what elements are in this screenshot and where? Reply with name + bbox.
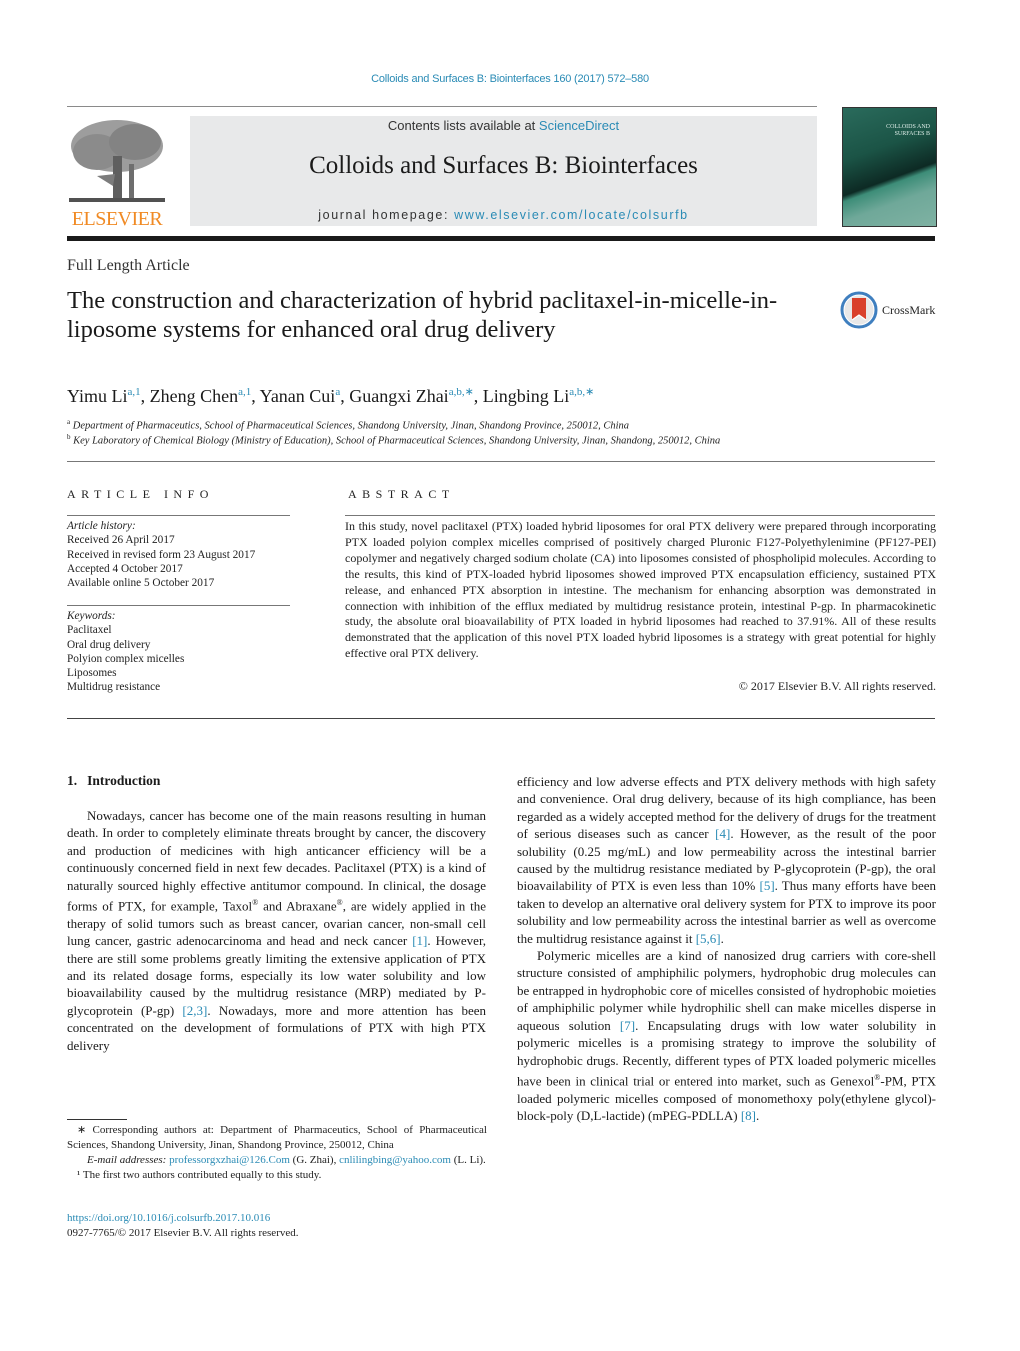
intro-paragraph-1-part: Nowadays, cancer has become one of the m… xyxy=(67,807,486,1054)
citation-link[interactable]: [1] xyxy=(412,933,427,948)
article-title: The construction and characterization of… xyxy=(67,287,778,343)
keywords-rule xyxy=(67,605,290,606)
section-divider xyxy=(67,461,935,462)
body-text: . xyxy=(720,930,724,946)
keyword: Oral drug delivery xyxy=(67,638,151,651)
article-info-rule xyxy=(67,515,290,516)
crossmark-button[interactable]: CrossMark xyxy=(840,290,940,330)
affiliation-b: b Key Laboratory of Chemical Biology (Mi… xyxy=(67,433,720,447)
journal-citation-link[interactable]: Colloids and Surfaces B: Biointerfaces 1… xyxy=(371,73,649,85)
author-list: Yimu Lia,1, Zheng Chena,1, Yanan Cuia, G… xyxy=(67,386,595,406)
homepage-prefix: journal homepage: xyxy=(318,208,455,222)
intro-paragraph-1-continued: efficiency and low adverse effects and P… xyxy=(517,773,936,947)
author-affiliation-mark[interactable]: a,b,∗ xyxy=(449,386,474,398)
history-item: Received 26 April 2017 xyxy=(67,534,175,547)
abstract-heading: ABSTRACT xyxy=(348,487,455,501)
cover-title-line: SURFACES B xyxy=(894,131,930,137)
article-type: Full Length Article xyxy=(67,257,190,274)
email-label: E-mail addresses: xyxy=(87,1154,170,1166)
journal-cover-thumbnail[interactable]: COLLOIDS AND SURFACES B xyxy=(842,107,937,227)
elsevier-tree-icon xyxy=(67,116,167,208)
article-history: Article history: Received 26 April 2017 … xyxy=(67,519,297,590)
masthead-rule xyxy=(67,236,935,241)
citation-link[interactable]: [7] xyxy=(620,1018,635,1033)
email-link-zhai[interactable]: professorgxzhai@126.Com xyxy=(169,1154,290,1166)
footnote-rule xyxy=(67,1119,127,1120)
abstract-bottom-rule xyxy=(67,718,935,719)
history-item: Received in revised form 23 August 2017 xyxy=(67,548,256,561)
citation-link[interactable]: [4] xyxy=(715,826,730,841)
affiliation-mark: a xyxy=(67,418,71,426)
elsevier-logo[interactable]: ELSEVIER xyxy=(67,116,167,230)
author[interactable]: Lingbing Lia,b,∗ xyxy=(483,386,595,406)
footnotes: ∗ Corresponding authors at: Department o… xyxy=(67,1123,487,1183)
cover-title-line: COLLOIDS AND xyxy=(886,124,930,130)
author-name[interactable]: Lingbing Li xyxy=(483,386,570,406)
equal-contribution-note: ¹ The first two authors contributed equa… xyxy=(77,1169,322,1181)
corresponding-author-note: ∗ Corresponding authors at: Department o… xyxy=(67,1124,487,1151)
history-label: Article history: xyxy=(67,520,136,532)
email-note: E-mail addresses: professorgxzhai@126.Co… xyxy=(67,1153,487,1168)
header-rule xyxy=(67,106,817,107)
journal-homepage: journal homepage: www.elsevier.com/locat… xyxy=(190,208,817,222)
keyword: Multidrug resistance xyxy=(67,681,161,694)
author[interactable]: Zheng Chena,1 xyxy=(150,386,252,406)
body-text: . xyxy=(756,1108,760,1124)
citation-link[interactable]: [8] xyxy=(741,1108,756,1123)
abstract-text: In this study, novel paclitaxel (PTX) lo… xyxy=(345,519,936,661)
article-info-heading: ARTICLE INFO xyxy=(67,487,214,501)
keyword: Polyion complex micelles xyxy=(67,652,185,665)
email-owner: (G. Zhai), xyxy=(289,1154,340,1166)
crossmark-icon xyxy=(840,291,878,329)
author[interactable]: Guangxi Zhaia,b,∗ xyxy=(349,386,474,406)
keyword: Liposomes xyxy=(67,667,117,680)
citation-link[interactable]: [2,3] xyxy=(182,1003,207,1018)
running-header[interactable]: Colloids and Surfaces B: Biointerfaces 1… xyxy=(0,73,1020,85)
cover-title: COLLOIDS AND SURFACES B xyxy=(886,124,930,138)
section-heading-introduction: 1. Introduction xyxy=(67,773,160,789)
keyword: Paclitaxel xyxy=(67,624,112,637)
citation-link[interactable]: [5] xyxy=(759,878,774,893)
author-affiliation-mark[interactable]: a,1 xyxy=(238,386,251,398)
history-item: Accepted 4 October 2017 xyxy=(67,562,183,575)
intro-paragraph-2: Polymeric micelles are a kind of nanosiz… xyxy=(517,947,936,1124)
author-name[interactable]: Zheng Chen xyxy=(150,386,238,406)
citation-link[interactable]: [5,6] xyxy=(696,931,721,946)
author-name[interactable]: Yimu Li xyxy=(67,386,128,406)
elsevier-wordmark: ELSEVIER xyxy=(71,208,163,230)
contents-line: Contents lists available at ScienceDirec… xyxy=(190,118,817,133)
history-item: Available online 5 October 2017 xyxy=(67,577,215,590)
body-column-right: efficiency and low adverse effects and P… xyxy=(517,773,936,1124)
sciencedirect-link[interactable]: ScienceDirect xyxy=(539,118,619,133)
journal-title: Colloids and Surfaces B: Biointerfaces xyxy=(309,152,698,179)
doi-link[interactable]: https://doi.org/10.1016/j.colsurfb.2017.… xyxy=(67,1212,270,1224)
doi-block: https://doi.org/10.1016/j.colsurfb.2017.… xyxy=(67,1211,299,1241)
journal-homepage-link[interactable]: www.elsevier.com/locate/colsurfb xyxy=(454,208,689,222)
email-owner: (L. Li). xyxy=(450,1154,486,1166)
contents-prefix: Contents lists available at xyxy=(387,118,539,133)
affiliation-a: a Department of Pharmaceutics, School of… xyxy=(67,418,629,432)
affiliation-text: Key Laboratory of Chemical Biology (Mini… xyxy=(73,435,721,447)
abstract-copyright: © 2017 Elsevier B.V. All rights reserved… xyxy=(738,679,936,693)
affiliation-mark: b xyxy=(67,433,71,441)
email-link-li[interactable]: cnlilingbing@yahoo.com xyxy=(339,1154,451,1166)
crossmark-label: CrossMark xyxy=(882,302,936,317)
body-column-left: Nowadays, cancer has become one of the m… xyxy=(67,807,486,1054)
section-title: Introduction xyxy=(87,773,161,788)
body-text: and Abraxane xyxy=(258,898,337,914)
issn-copyright: 0927-7765/© 2017 Elsevier B.V. All right… xyxy=(67,1227,299,1239)
journal-masthead: Contents lists available at ScienceDirec… xyxy=(190,116,817,226)
section-number: 1. xyxy=(67,773,78,788)
abstract-rule xyxy=(345,515,935,516)
affiliation-text: Department of Pharmaceutics, School of P… xyxy=(72,420,630,432)
author-affiliation-mark[interactable]: a,b,∗ xyxy=(569,386,594,398)
author[interactable]: Yanan Cuia xyxy=(260,386,341,406)
author-name[interactable]: Yanan Cui xyxy=(260,386,336,406)
author-affiliation-mark[interactable]: a xyxy=(335,386,340,398)
keywords-label: Keywords: xyxy=(67,610,116,622)
author[interactable]: Yimu Lia,1 xyxy=(67,386,141,406)
author-affiliation-mark[interactable]: a,1 xyxy=(128,386,141,398)
author-name[interactable]: Guangxi Zhai xyxy=(349,386,448,406)
keywords: Keywords: Paclitaxel Oral drug delivery … xyxy=(67,609,297,695)
